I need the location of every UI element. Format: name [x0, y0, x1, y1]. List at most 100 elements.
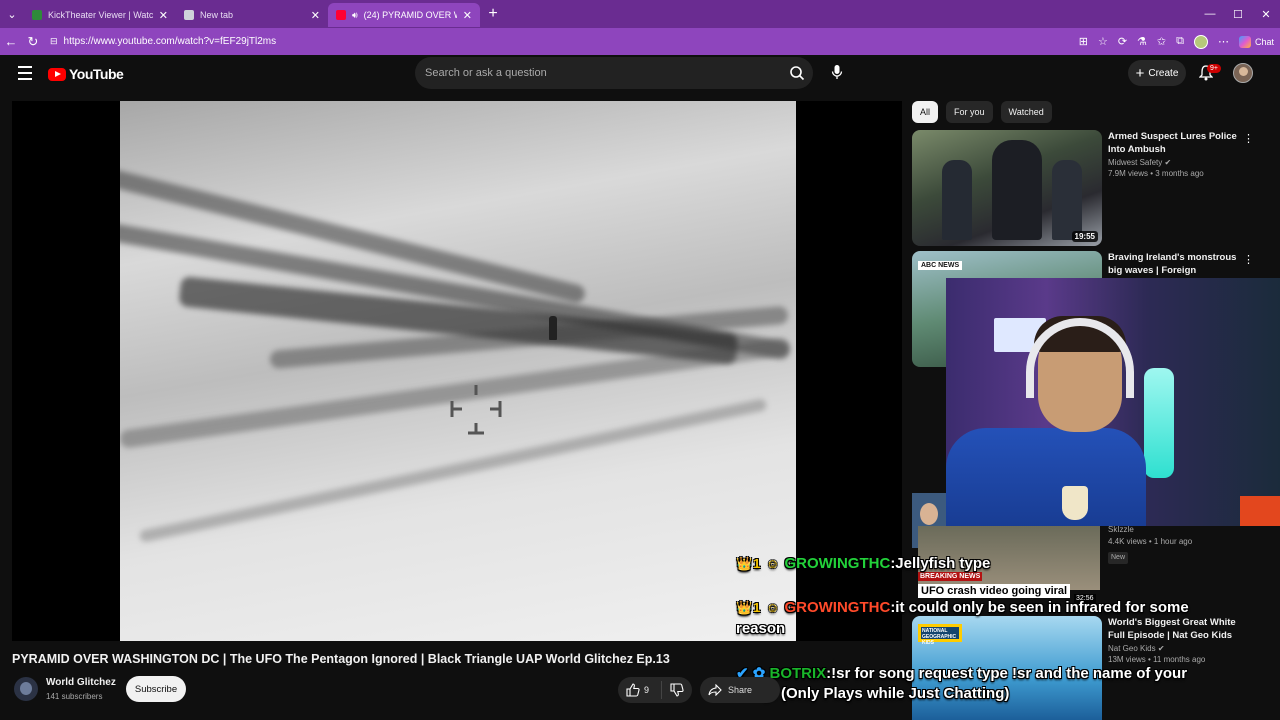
apps-icon[interactable]: ⊞ — [1079, 35, 1088, 48]
video-frame-thermal-footage — [120, 101, 796, 641]
chat-badges-icon: 👑1 ☺ — [736, 600, 781, 615]
chat-text: :it could only be seen in infrared for s… — [890, 599, 1189, 616]
chat-badges-icon: 👑1 ☺ — [736, 556, 781, 571]
browser-tab-bar: ⌄ KickTheater Viewer | Watch Multi ✕ New… — [0, 0, 1280, 28]
youtube-logo[interactable]: YouTube — [48, 66, 124, 82]
profile-avatar-icon[interactable] — [1193, 34, 1208, 49]
video-thumbnail[interactable]: 19:55 — [912, 130, 1102, 246]
share-label: Share — [728, 685, 753, 695]
video-title: PYRAMID OVER WASHINGTON DC | The UFO The… — [12, 652, 670, 666]
chat-username: GROWINGTHC — [784, 555, 891, 572]
browser-tab[interactable]: New tab ✕ — [176, 3, 328, 27]
channel-name[interactable]: World Glitchez — [46, 677, 116, 688]
newtab-favicon-icon — [184, 10, 194, 20]
minimize-icon[interactable]: — — [1196, 8, 1224, 20]
search-icon[interactable] — [789, 65, 805, 81]
channel-avatar[interactable] — [14, 677, 38, 701]
chat-message: 👑1 ☺ GROWINGTHC:Jellyfish type — [736, 555, 990, 572]
more-options-icon[interactable]: ⋯ — [1218, 35, 1229, 48]
toolbar-icons: ⊞ ☆ ⟳ ⚗ ✩ ⧉ ⋯ Chat — [1079, 28, 1274, 55]
targeting-reticle-icon — [450, 385, 502, 435]
like-count: 9 — [644, 685, 650, 695]
tab-title: New tab — [200, 10, 234, 20]
speaker-icon[interactable]: 🔊︎ — [352, 10, 358, 21]
share-button[interactable]: Share — [700, 677, 780, 703]
plus-icon: + — [1135, 64, 1145, 82]
new-badge: New — [1108, 552, 1129, 564]
url-field[interactable]: ⊟ https://www.youtube.com/watch?v=fEF29j… — [50, 32, 276, 52]
thumbs-down-icon — [670, 683, 684, 697]
streamer-webcam-overlay — [946, 278, 1280, 526]
chat-message-continued: reason — [736, 620, 786, 637]
duration-badge: 19:55 — [1071, 231, 1098, 242]
address-bar-row: ← ↻ ⊟ https://www.youtube.com/watch?v=fE… — [0, 28, 1280, 55]
search-input[interactable]: Search or ask a question — [415, 57, 813, 89]
url-text: https://www.youtube.com/watch?v=fEF29jTl… — [63, 36, 277, 47]
chip-for-you[interactable]: For you — [946, 101, 993, 123]
create-button[interactable]: + Create — [1128, 60, 1186, 86]
chat-message: ✔ ✿ BOTRIX:!sr for song request type !sr… — [736, 664, 1187, 682]
rec-meta: SkIzzle 4.4K views • 1 hour ago New — [1108, 524, 1192, 564]
voice-search-mic-icon[interactable] — [823, 58, 851, 86]
close-tab-icon[interactable]: ✕ — [463, 9, 472, 22]
maximize-icon[interactable]: ☐ — [1224, 8, 1252, 21]
browser-tab-active[interactable]: 🔊︎ (24) PYRAMID OVER WASHIN ✕ — [328, 3, 480, 27]
subscriber-count: 141 subscribers — [46, 692, 103, 701]
menu-hamburger-icon[interactable] — [18, 66, 32, 80]
chat-username: BOTRIX — [769, 665, 827, 682]
rec-title[interactable]: World's Biggest Great White Full Episode… — [1108, 616, 1248, 642]
collections-icon[interactable]: ⧉ — [1176, 35, 1184, 48]
close-tab-icon[interactable]: ✕ — [311, 9, 320, 22]
jersey-crest — [1062, 486, 1088, 520]
dislike-button[interactable] — [662, 683, 684, 697]
verified-check-icon: ✔ — [1164, 158, 1172, 167]
new-tab-icon[interactable]: + — [480, 5, 506, 23]
close-window-icon[interactable]: ✕ — [1252, 8, 1280, 21]
extensions-icon[interactable]: ⚗ — [1137, 35, 1147, 48]
chip-watched[interactable]: Watched — [1000, 101, 1052, 123]
recommendation-item[interactable]: 19:55 Armed Suspect Lures Police Into Am… — [912, 130, 1272, 246]
refresh-icon[interactable]: ↻ — [22, 34, 44, 50]
like-button[interactable]: 9 — [618, 681, 662, 699]
chat-text: :Jellyfish type — [890, 555, 991, 572]
more-actions-icon[interactable]: ⋮ — [1243, 132, 1254, 145]
account-avatar[interactable] — [1233, 63, 1253, 83]
close-tab-icon[interactable]: ✕ — [159, 9, 168, 22]
chip-all[interactable]: All — [912, 101, 939, 123]
chat-message: 👑1 ☺ GROWINGTHC:it could only be seen in… — [736, 599, 1189, 616]
window-controls: — ☐ ✕ — [1196, 0, 1280, 28]
favorites-icon[interactable]: ✩ — [1157, 35, 1166, 48]
recommendation-item[interactable]: World's Biggest Great White Full Episode… — [1108, 616, 1248, 664]
ufo-crash-banner: UFO crash video going viral — [918, 584, 1071, 598]
youtube-play-icon — [48, 67, 66, 81]
tab-list-menu-icon[interactable]: ⌄ — [0, 0, 24, 28]
copilot-icon — [1238, 35, 1251, 48]
rec-channel[interactable]: Midwest Safety ✔ — [1108, 158, 1248, 167]
rec-views: 13M views • 11 months ago — [1108, 655, 1206, 664]
back-icon[interactable]: ← — [0, 34, 22, 49]
create-label: Create — [1148, 67, 1179, 79]
site-info-icon[interactable]: ⊟ — [50, 36, 58, 47]
tab-title: (24) PYRAMID OVER WASHIN — [363, 10, 457, 20]
browser-tab[interactable]: KickTheater Viewer | Watch Multi ✕ — [24, 3, 176, 27]
notification-count-badge: 9+ — [1207, 64, 1221, 73]
kicktheater-favicon-icon — [32, 10, 42, 20]
copilot-chat-button[interactable]: Chat — [1238, 35, 1274, 48]
tab-title: KickTheater Viewer | Watch Multi — [48, 10, 153, 20]
verified-check-icon: ✔ — [1157, 644, 1165, 653]
subscribe-button[interactable]: Subscribe — [126, 676, 186, 702]
favorite-star-icon[interactable]: ☆ — [1098, 35, 1108, 48]
chat-text: :!sr for song request type !sr and the n… — [826, 665, 1188, 682]
like-dislike-group: 9 — [618, 677, 692, 703]
refresh-sync-icon[interactable]: ⟳ — [1118, 35, 1127, 48]
rec-channel[interactable]: Nat Geo Kids ✔ — [1108, 644, 1248, 653]
abc-news-logo: ABC NEWS — [918, 261, 963, 270]
youtube-favicon-icon — [336, 10, 346, 20]
streamer-jersey — [946, 428, 1146, 526]
more-actions-icon[interactable]: ⋮ — [1243, 253, 1254, 266]
share-arrow-icon — [708, 684, 722, 696]
chat-username: GROWINGTHC — [784, 599, 891, 616]
chat-label: Chat — [1254, 36, 1274, 47]
thumbs-up-icon — [626, 683, 640, 697]
rec-title[interactable]: Armed Suspect Lures Police Into Ambush — [1108, 130, 1248, 156]
